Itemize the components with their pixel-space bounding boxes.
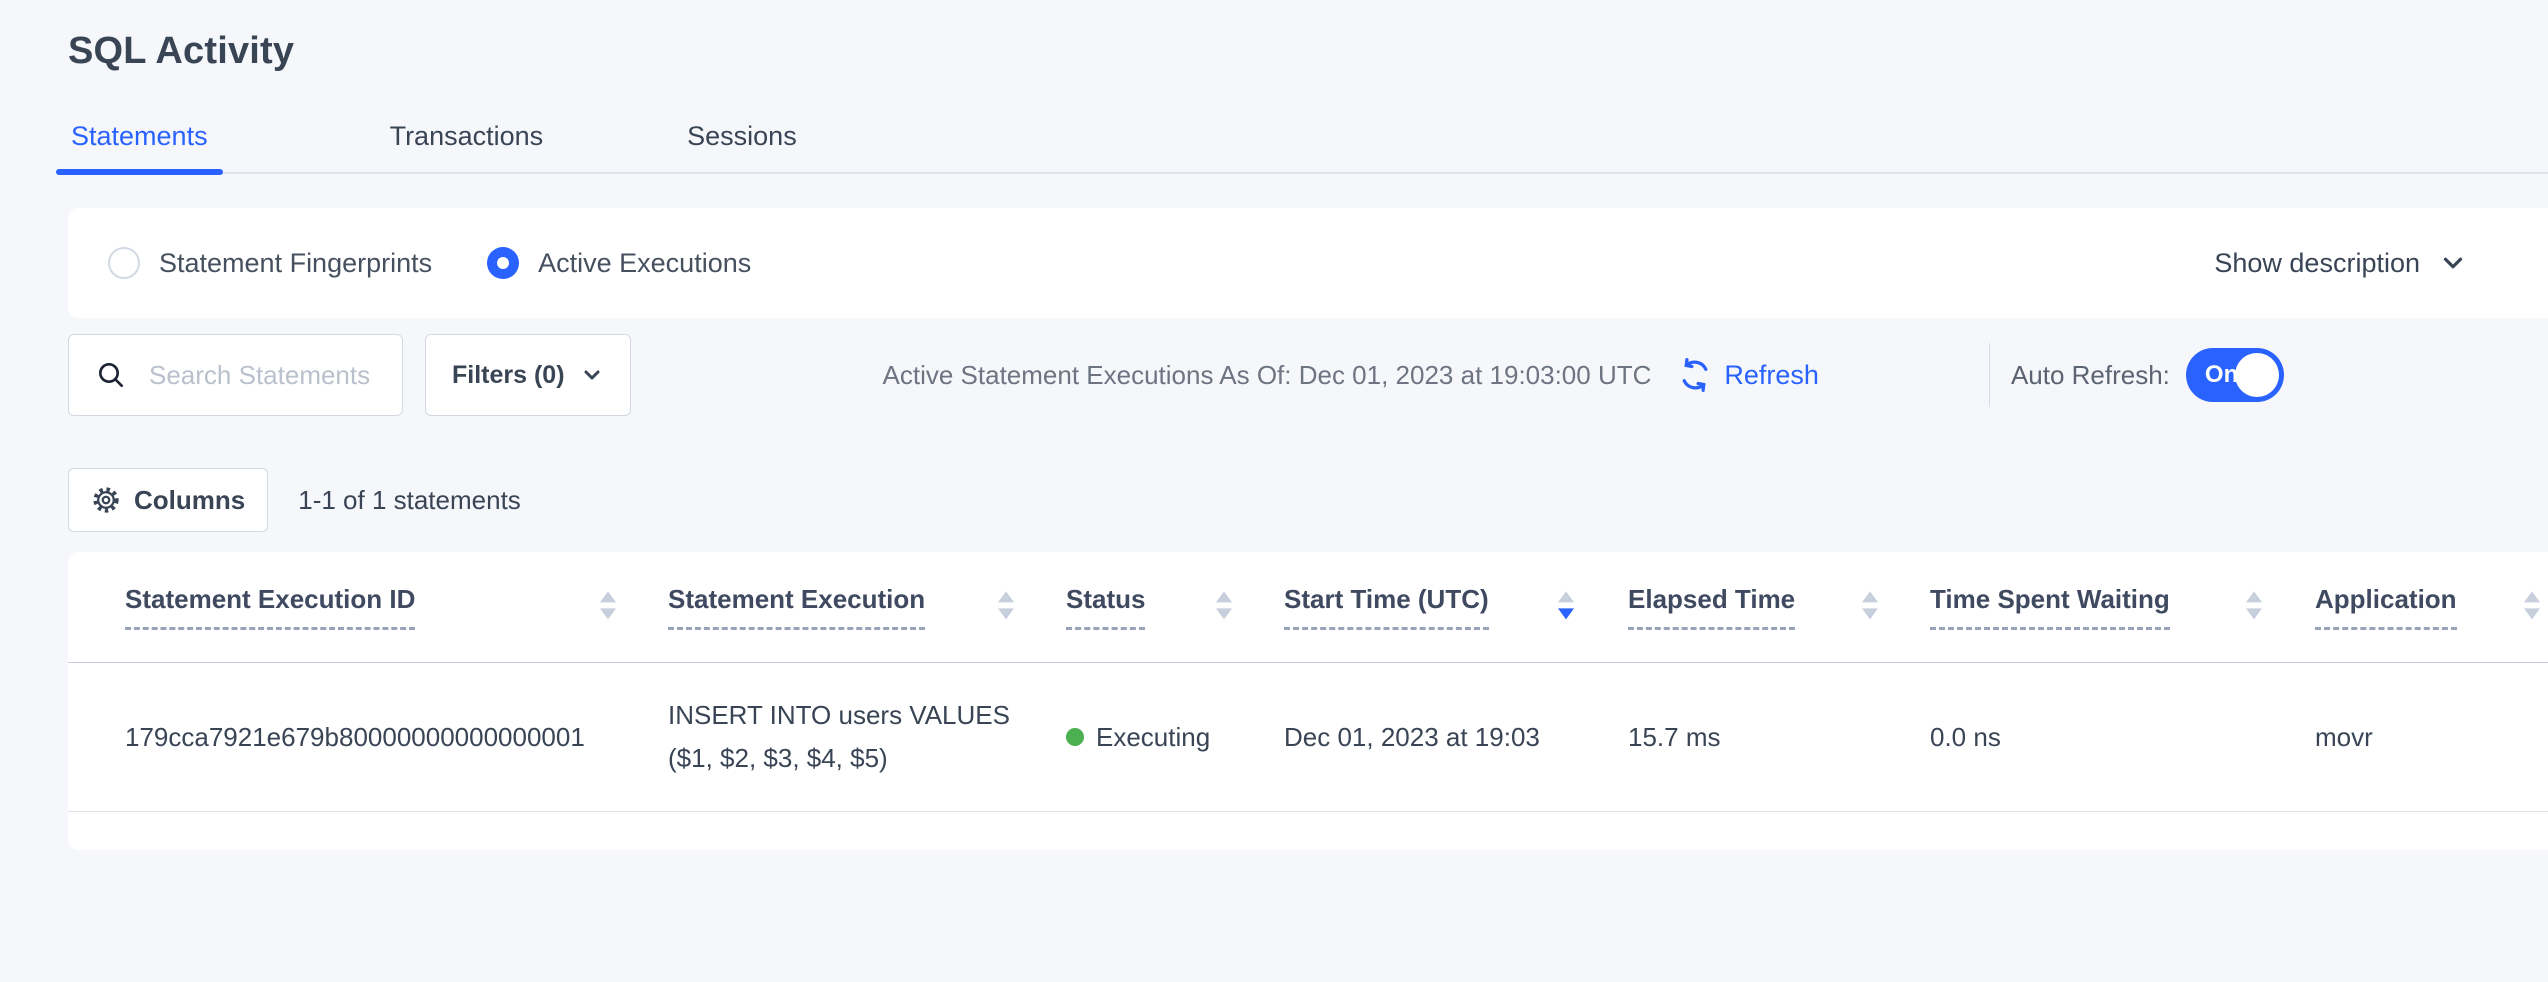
table-toolbar: Columns 1-1 of 1 statements: [68, 468, 2548, 532]
radio-unselected-icon[interactable]: [108, 247, 140, 279]
toggle-state-label: On: [2205, 361, 2238, 389]
column-header-start-time[interactable]: Start Time (UTC): [1284, 584, 1628, 630]
cell-elapsed-time: 15.7 ms: [1628, 722, 1930, 753]
tab-sessions[interactable]: Sessions: [672, 121, 812, 172]
status-label: Executing: [1096, 722, 1210, 753]
cell-start-time: Dec 01, 2023 at 19:03: [1284, 722, 1628, 753]
column-header-application[interactable]: Application: [2315, 584, 2548, 630]
sort-arrows-icon: [2524, 591, 2540, 619]
filters-label: Filters (0): [452, 361, 565, 390]
sort-arrows-icon: [1216, 591, 1232, 619]
controls-row: Filters (0) Active Statement Executions …: [68, 334, 2548, 416]
refresh-link[interactable]: Refresh: [1677, 357, 1819, 393]
refresh-label: Refresh: [1724, 360, 1819, 391]
sql-activity-page: SQL Activity Statements Transactions Ses…: [0, 0, 2548, 982]
cell-execution-id: 179cca7921e679b80000000000000001: [125, 722, 668, 753]
sort-arrows-desc-active-icon: [1558, 591, 1574, 619]
show-description-toggle[interactable]: Show description: [2214, 248, 2508, 279]
radio-label: Active Executions: [538, 248, 751, 279]
radio-selected-icon[interactable]: [487, 247, 519, 279]
cell-status: Executing: [1066, 722, 1284, 753]
column-header-time-spent-waiting[interactable]: Time Spent Waiting: [1930, 584, 2315, 630]
table-header-row: Statement Execution ID Statement Executi…: [68, 552, 2548, 663]
chevron-down-icon: [2438, 248, 2468, 278]
view-mode-card: Statement Fingerprints Active Executions…: [68, 208, 2548, 318]
sort-arrows-icon: [2246, 591, 2262, 619]
tab-statements[interactable]: Statements: [56, 121, 223, 172]
statements-table: Statement Execution ID Statement Executi…: [68, 552, 2548, 850]
filters-button[interactable]: Filters (0): [425, 334, 631, 416]
toggle-knob: [2235, 353, 2279, 397]
gear-icon: [91, 485, 121, 515]
cell-application: movr: [2315, 722, 2548, 753]
column-header-status[interactable]: Status: [1066, 584, 1284, 630]
column-header-statement-execution-id[interactable]: Statement Execution ID: [125, 584, 668, 630]
refresh-icon: [1677, 357, 1713, 393]
tab-bar: Statements Transactions Sessions: [56, 121, 2548, 174]
column-header-statement-execution[interactable]: Statement Execution: [668, 584, 1066, 630]
tab-transactions[interactable]: Transactions: [375, 121, 559, 172]
vertical-divider: [1989, 343, 1990, 407]
result-count: 1-1 of 1 statements: [298, 485, 521, 516]
sort-arrows-icon: [600, 591, 616, 619]
columns-button[interactable]: Columns: [68, 468, 268, 532]
sort-arrows-icon: [1862, 591, 1878, 619]
column-header-elapsed-time[interactable]: Elapsed Time: [1628, 584, 1930, 630]
auto-refresh-toggle[interactable]: On: [2186, 348, 2284, 402]
as-of-timestamp: Active Statement Executions As Of: Dec 0…: [883, 360, 1652, 391]
status-dot-icon: [1066, 728, 1084, 746]
search-box[interactable]: [68, 334, 403, 416]
search-input[interactable]: [147, 359, 390, 392]
columns-label: Columns: [134, 485, 245, 516]
radio-active-executions[interactable]: Active Executions: [487, 247, 751, 279]
chevron-down-icon: [580, 363, 604, 387]
radio-label: Statement Fingerprints: [159, 248, 432, 279]
table-row[interactable]: 179cca7921e679b80000000000000001 INSERT …: [68, 663, 2548, 812]
cell-statement: INSERT INTO users VALUES ($1, $2, $3, $4…: [668, 694, 1066, 780]
auto-refresh-label: Auto Refresh:: [2011, 360, 2170, 391]
sort-arrows-icon: [998, 591, 1014, 619]
page-title: SQL Activity: [68, 30, 2548, 73]
cell-time-spent-waiting: 0.0 ns: [1930, 722, 2315, 753]
show-description-label: Show description: [2214, 248, 2420, 279]
radio-statement-fingerprints[interactable]: Statement Fingerprints: [108, 247, 432, 279]
search-icon: [95, 359, 127, 391]
